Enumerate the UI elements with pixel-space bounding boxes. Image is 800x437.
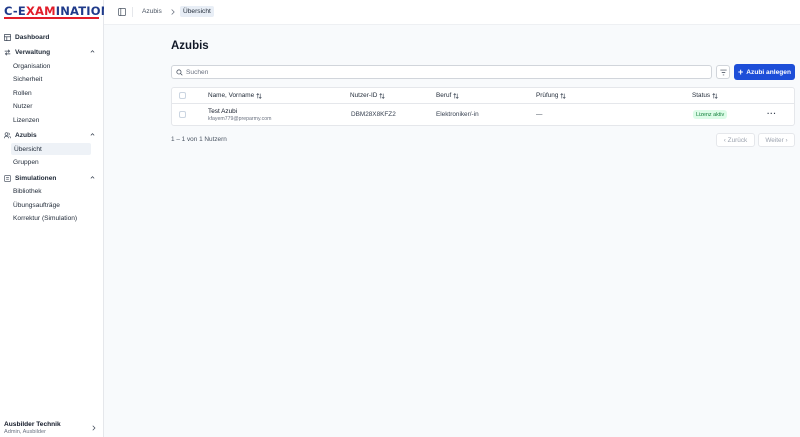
sidebar-item-gruppen[interactable]: Gruppen xyxy=(3,156,99,168)
cell-email: kfayem779@preparmy.com xyxy=(208,116,272,122)
add-azubi-button[interactable]: + Azubi anlegen xyxy=(734,64,795,80)
prev-page-button[interactable]: ‹ Zurück xyxy=(716,133,755,147)
user-name: Ausbilder Technik xyxy=(4,421,61,428)
sidebar-group-label: Verwaltung xyxy=(15,48,51,56)
search-box[interactable] xyxy=(171,65,712,79)
cell-beruf: Elektroniker/-in xyxy=(436,111,479,118)
cell-name: Test Azubi xyxy=(208,108,238,115)
logo-underline xyxy=(4,17,99,19)
plus-icon: + xyxy=(738,66,744,77)
breadcrumb-current: Übersicht xyxy=(180,6,214,17)
sidebar-item-lizenzen[interactable]: Lizenzen xyxy=(3,114,99,126)
filter-icon xyxy=(719,69,727,75)
sort-icon xyxy=(712,92,718,99)
app-logo[interactable]: C-EXAMINATION xyxy=(4,4,110,18)
sidebar-group-verwaltung[interactable]: Verwaltung xyxy=(3,46,99,58)
chevron-right-icon xyxy=(171,9,175,15)
sidebar-item-uebersicht[interactable]: Übersicht xyxy=(11,143,91,155)
topbar: Azubis Übersicht xyxy=(104,0,800,25)
chevron-right-icon xyxy=(92,425,96,431)
transfer-icon xyxy=(4,48,11,56)
sidebar-item-rollen[interactable]: Rollen xyxy=(3,87,99,99)
search-icon xyxy=(176,68,183,76)
sort-icon xyxy=(379,92,385,99)
pagination-info: 1 – 1 von 1 Nutzern xyxy=(171,136,227,143)
search-input[interactable] xyxy=(186,67,686,77)
sidebar-item-sicherheit[interactable]: Sicherheit xyxy=(3,73,99,85)
sidebar: C-EXAMINATION Dashboard Verwaltung Organ… xyxy=(0,0,110,437)
breadcrumb-azubis[interactable]: Azubis xyxy=(142,8,162,15)
user-role: Admin, Ausbilder xyxy=(4,429,46,435)
more-actions-icon[interactable]: ··· xyxy=(767,109,777,118)
column-header-id[interactable]: Nutzer-ID xyxy=(350,92,385,99)
column-header-status[interactable]: Status xyxy=(692,92,718,99)
sidebar-group-azubis[interactable]: Azubis xyxy=(3,129,99,141)
status-badge: Lizenz aktiv xyxy=(693,110,728,119)
cell-pruefung: — xyxy=(536,111,543,118)
column-header-pruefung[interactable]: Prüfung xyxy=(536,92,567,99)
row-checkbox[interactable] xyxy=(179,111,186,118)
next-page-button[interactable]: Weiter › xyxy=(758,133,795,147)
chevron-up-icon xyxy=(90,176,95,179)
cell-id: DBM28X8KFZ2 xyxy=(351,111,396,118)
sidebar-group-label: Simulationen xyxy=(15,174,57,182)
column-header-name[interactable]: Name, Vorname xyxy=(208,92,262,99)
topbar-divider xyxy=(132,7,133,17)
user-menu[interactable]: Ausbilder Technik Admin, Ausbilder xyxy=(4,421,100,435)
sidebar-item-bibliothek[interactable]: Bibliothek xyxy=(3,185,99,197)
sidebar-group-simulationen[interactable]: Simulationen xyxy=(3,172,99,184)
table-header: Name, Vorname Nutzer-ID Beruf Prüfung St… xyxy=(172,88,794,104)
sidebar-item-organisation[interactable]: Organisation xyxy=(3,60,99,72)
sidebar-item-dashboard[interactable]: Dashboard xyxy=(3,31,99,43)
filter-button[interactable] xyxy=(716,65,730,79)
sidebar-item-nutzer[interactable]: Nutzer xyxy=(3,100,99,112)
select-all-checkbox[interactable] xyxy=(179,92,186,99)
sort-icon xyxy=(560,92,567,99)
chevron-up-icon xyxy=(90,133,95,136)
sort-icon xyxy=(256,92,262,99)
azubi-table: Name, Vorname Nutzer-ID Beruf Prüfung St… xyxy=(171,87,795,126)
column-header-beruf[interactable]: Beruf xyxy=(436,92,459,99)
sidebar-item-korrektur[interactable]: Korrektur (Simulation) xyxy=(3,212,99,224)
users-icon xyxy=(4,131,11,139)
sort-icon xyxy=(453,92,459,99)
sidebar-item-label: Dashboard xyxy=(15,33,50,41)
sidebar-group-label: Azubis xyxy=(15,131,37,139)
chevron-up-icon xyxy=(90,50,95,53)
dashboard-icon xyxy=(4,33,11,41)
page-title: Azubis xyxy=(171,40,209,52)
sidebar-item-uebungsauftraege[interactable]: Übungsaufträge xyxy=(3,199,99,211)
document-icon xyxy=(4,174,11,182)
sidebar-toggle-icon[interactable] xyxy=(118,8,126,16)
